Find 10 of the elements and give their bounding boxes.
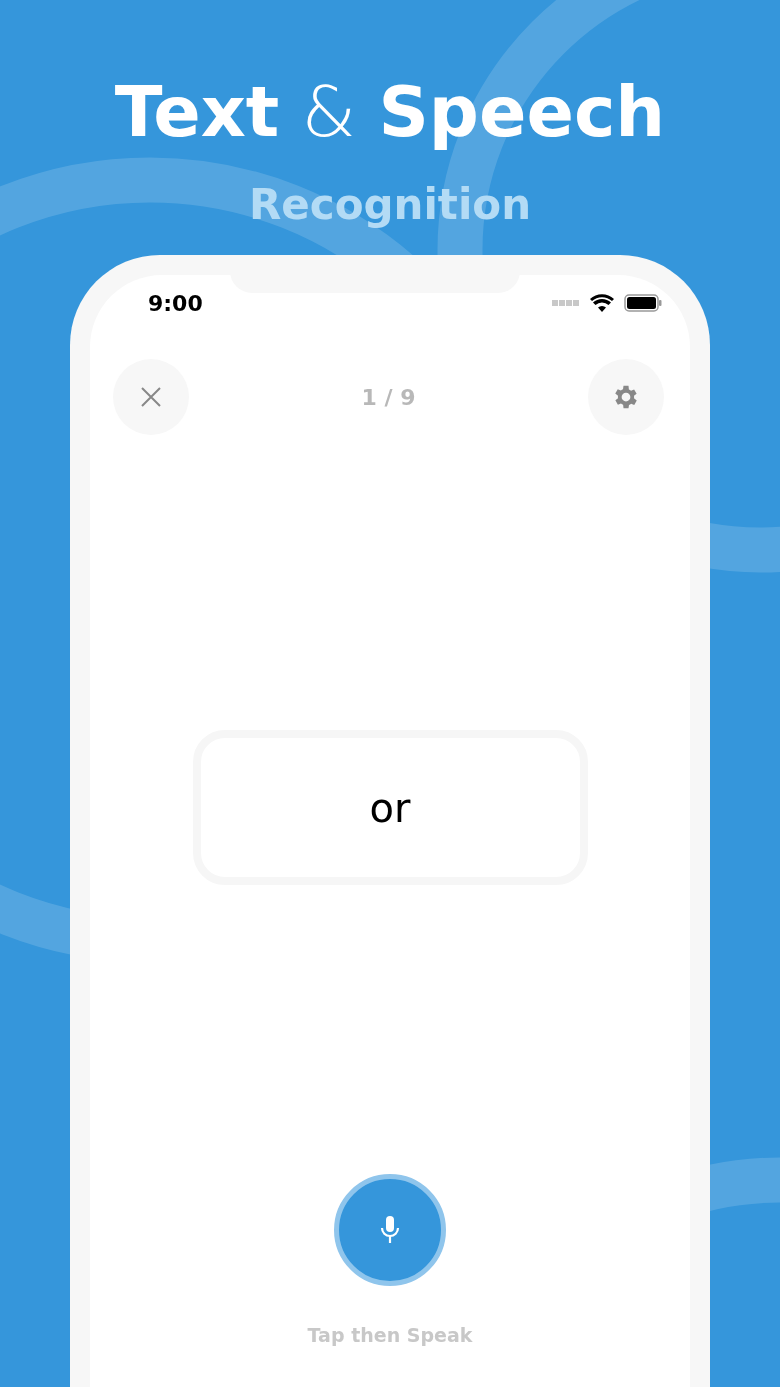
- progress-counter: 1 / 9: [361, 384, 416, 410]
- status-time: 9:00: [148, 290, 203, 316]
- word-text: or: [369, 784, 411, 831]
- microphone-icon: [379, 1215, 401, 1245]
- battery-icon: [624, 294, 662, 312]
- signal-icon: [552, 300, 580, 306]
- wifi-icon: [590, 294, 614, 312]
- headline: Text & Speech: [114, 72, 666, 152]
- subtitle: Recognition: [248, 180, 532, 230]
- close-icon: [140, 386, 162, 408]
